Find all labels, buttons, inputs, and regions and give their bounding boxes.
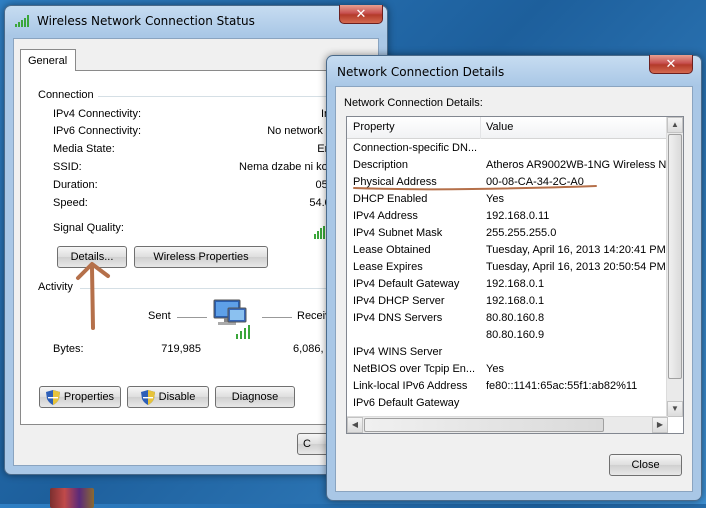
annotation-underline (353, 185, 597, 191)
signal-bars-icon (314, 226, 325, 239)
col-property[interactable]: Property (353, 121, 395, 133)
row-speed: Speed: 54.0 M (53, 197, 343, 209)
list-row[interactable]: Description Atheros AR9002WB-1NG Wireless… (347, 157, 668, 174)
desktop-icon[interactable] (50, 488, 94, 508)
details-group-label: Network Connection Details: (344, 97, 483, 109)
connection-section-title: Connection (38, 89, 94, 101)
tab-general[interactable]: General (20, 49, 76, 71)
list-row[interactable]: IPv4 DNS Servers 80.80.160.8 (347, 310, 668, 327)
wireless-properties-button[interactable]: Wireless Properties (134, 246, 268, 268)
sent-line (177, 317, 207, 318)
col-separator[interactable] (480, 117, 481, 139)
close-icon: ✕ (665, 56, 677, 71)
row-media-state: Media State: Enab (53, 143, 343, 155)
bytes-sent-value: 719,985 (161, 343, 201, 355)
list-row[interactable]: Lease Expires Tuesday, April 16, 2013 20:… (347, 259, 668, 276)
properties-button[interactable]: Properties (39, 386, 121, 408)
uac-shield-icon (140, 389, 155, 405)
list-row[interactable]: IPv4 Default Gateway 192.168.0.1 (347, 276, 668, 293)
list-row[interactable]: 80.80.160.9 (347, 327, 668, 344)
details-list[interactable]: Property Value Connection-specific DN...… (346, 116, 684, 434)
status-close-button[interactable]: ✕ (339, 5, 383, 24)
row-ipv6-connectivity: IPv6 Connectivity: No network acc (53, 125, 343, 137)
close-icon: ✕ (355, 6, 367, 21)
details-close-x-button[interactable]: ✕ (649, 55, 693, 74)
scroll-right-icon[interactable]: ▶ (652, 417, 668, 433)
row-ssid: SSID: Nema dzabe ni kod b (53, 161, 343, 173)
list-row[interactable]: IPv6 Default Gateway (347, 395, 668, 412)
list-row[interactable]: IPv4 Address 192.168.0.11 (347, 208, 668, 225)
scroll-left-icon[interactable]: ◀ (347, 417, 363, 433)
connection-divider (98, 96, 328, 97)
vertical-scrollbar[interactable]: ▲ ▼ (666, 117, 683, 417)
list-row[interactable]: Link-local IPv6 Address fe80::1141:65ac:5… (347, 378, 668, 395)
list-header: Property Value (347, 117, 666, 139)
list-row[interactable]: IPv4 DHCP Server 192.168.0.1 (347, 293, 668, 310)
list-row[interactable]: Connection-specific DN... (347, 140, 668, 157)
sent-label: Sent (148, 310, 171, 322)
status-window-title: Wireless Network Connection Status (15, 12, 255, 30)
network-computer-icon (213, 299, 250, 339)
diagnose-button[interactable]: Diagnose (215, 386, 295, 408)
row-duration: Duration: 05:49 (53, 179, 343, 191)
col-value[interactable]: Value (486, 121, 513, 133)
uac-shield-icon (45, 389, 60, 405)
bytes-label: Bytes: (53, 343, 84, 355)
activity-section-title: Activity (38, 281, 73, 293)
received-line (262, 317, 292, 318)
list-row[interactable]: NetBIOS over Tcpip En... Yes (347, 361, 668, 378)
wifi-signal-icon (15, 15, 29, 27)
bytes-received-value: 6,086, (293, 343, 324, 355)
horizontal-scroll-thumb[interactable] (364, 418, 604, 432)
details-window-title: Network Connection Details (337, 65, 505, 79)
list-row[interactable]: IPv4 WINS Server (347, 344, 668, 361)
close-button[interactable]: Close (609, 454, 682, 476)
list-row[interactable]: Lease Obtained Tuesday, April 16, 2013 14… (347, 242, 668, 259)
scroll-up-icon[interactable]: ▲ (667, 117, 683, 133)
row-ipv4-connectivity: IPv4 Connectivity: Inter (53, 108, 343, 120)
row-signal-quality: Signal Quality: (53, 222, 124, 234)
annotation-arrow (76, 262, 110, 330)
list-row[interactable]: IPv4 Subnet Mask 255.255.255.0 (347, 225, 668, 242)
vertical-scroll-thumb[interactable] (668, 134, 682, 379)
disable-button[interactable]: Disable (127, 386, 209, 408)
horizontal-scrollbar[interactable]: ◀ ▶ (347, 416, 668, 433)
scroll-down-icon[interactable]: ▼ (667, 401, 683, 417)
